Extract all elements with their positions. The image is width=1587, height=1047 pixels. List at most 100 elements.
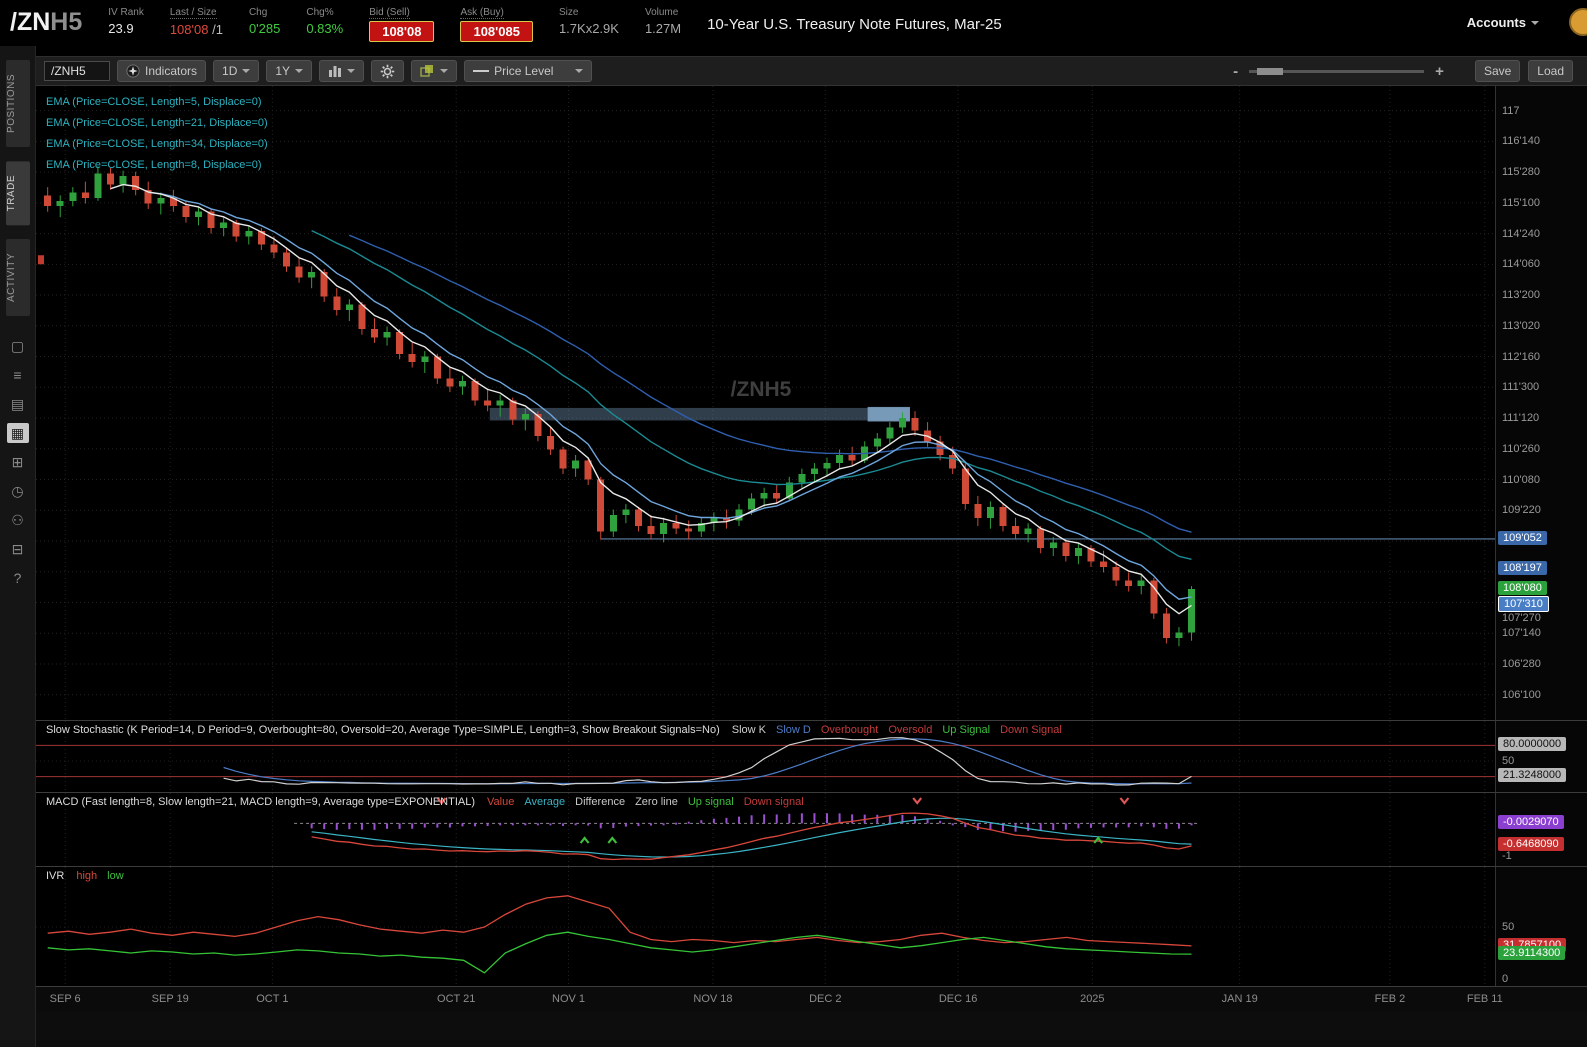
timeframe-dropdown[interactable]: 1D bbox=[213, 60, 260, 82]
zoom-slider-thumb[interactable] bbox=[1257, 67, 1284, 75]
macd-difference-histogram bbox=[310, 813, 1193, 832]
study-title: Slow Stochastic (K Period=14, D Period=9… bbox=[46, 724, 720, 736]
time-tick-label: NOV 18 bbox=[693, 993, 733, 1005]
field-bid[interactable]: Bid (Sell) 108'08 bbox=[369, 7, 435, 42]
axis-label: -1 bbox=[1502, 850, 1512, 863]
legend-item: Oversold bbox=[888, 724, 933, 736]
chevron-down-icon bbox=[295, 69, 304, 73]
chevron-down-icon bbox=[242, 69, 251, 73]
drawing-tools-icon bbox=[420, 65, 434, 77]
field-chg: Chg 0'285 bbox=[249, 7, 280, 36]
ema-study-label[interactable]: EMA (Price=CLOSE, Length=8, Displace=0) bbox=[46, 155, 268, 176]
field-label: Bid (Sell) bbox=[369, 7, 410, 19]
field-ask[interactable]: Ask (Buy) 108'085 bbox=[460, 7, 533, 42]
people-icon[interactable]: ⚇ bbox=[7, 510, 29, 530]
sidebar-tab-trade[interactable]: TRADE bbox=[5, 160, 30, 226]
time-tick-label: SEP 6 bbox=[49, 993, 81, 1005]
save-load-group: Save Load bbox=[1474, 60, 1573, 82]
legend-item: Up Signal bbox=[942, 724, 991, 736]
ema-line-8 bbox=[148, 191, 1192, 600]
drawing-tools-dropdown[interactable] bbox=[411, 60, 458, 82]
indicators-button[interactable]: Indicators bbox=[117, 60, 207, 82]
ivr-surface[interactable] bbox=[36, 867, 1495, 986]
chevron-down-icon bbox=[347, 69, 356, 73]
accounts-label: Accounts bbox=[1466, 15, 1526, 30]
range-dropdown[interactable]: 1Y bbox=[266, 60, 313, 82]
axis-label: 107'140 bbox=[1502, 627, 1541, 640]
accounts-dropdown[interactable]: Accounts bbox=[1467, 15, 1539, 30]
load-button[interactable]: Load bbox=[1528, 60, 1573, 82]
stochastic-study-label[interactable]: Slow Stochastic (K Period=14, D Period=9… bbox=[46, 724, 1072, 736]
stochastic-panel[interactable]: Slow Stochastic (K Period=14, D Period=9… bbox=[36, 720, 1587, 792]
field-value: 0.83% bbox=[306, 21, 344, 36]
bottom-strip bbox=[36, 1012, 1587, 1047]
symbol-title[interactable]: /ZNH5 bbox=[10, 8, 82, 37]
field-size: Size 1.7Kx2.9K bbox=[559, 7, 619, 36]
chevron-down-icon bbox=[440, 69, 449, 73]
orders-list-icon[interactable]: ≡ bbox=[7, 365, 29, 385]
ema-study-label[interactable]: EMA (Price=CLOSE, Length=21, Displace=0) bbox=[46, 113, 268, 134]
price-chart-surface[interactable] bbox=[36, 86, 1495, 720]
ema-study-label[interactable]: EMA (Price=CLOSE, Length=5, Displace=0) bbox=[46, 92, 268, 113]
legend-item: Down Signal bbox=[1000, 724, 1062, 736]
axis-label: 50 bbox=[1502, 921, 1515, 933]
field-volume: Volume 1.27M bbox=[645, 7, 681, 36]
clock-icon[interactable]: ◷ bbox=[7, 481, 29, 501]
symbol-input[interactable] bbox=[44, 61, 110, 81]
left-sidebar: POSITIONS TRADE ACTIVITY ▢ ≡ ▤ ▦ ⊞ ◷ ⚇ ⊟? bbox=[0, 46, 36, 1047]
ema-study-label[interactable]: EMA (Price=CLOSE, Length=34, Displace=0) bbox=[46, 134, 268, 155]
monitor-icon[interactable]: ▢ bbox=[7, 336, 29, 356]
axis-label: 106'100 bbox=[1502, 688, 1541, 701]
ask-price-button[interactable]: 108'085 bbox=[460, 21, 533, 42]
price-chart-panel[interactable]: EMA (Price=CLOSE, Length=5, Displace=0) … bbox=[36, 86, 1587, 720]
field-label: Ask (Buy) bbox=[460, 7, 504, 19]
time-tick-label: DEC 16 bbox=[938, 993, 978, 1005]
zoom-out-button[interactable]: - bbox=[1233, 63, 1238, 80]
field-last-size[interactable]: Last / Size 108'08 /1 bbox=[169, 7, 223, 37]
zoom-in-button[interactable]: + bbox=[1435, 63, 1444, 80]
trading-platform-window: /ZNH5 IV Rank 23.9 Last / Size 108'08 /1… bbox=[0, 0, 1587, 1047]
axis-label: 107'270 bbox=[1502, 611, 1541, 624]
axis-label: 115'100 bbox=[1502, 196, 1540, 209]
legend-item: Zero line bbox=[635, 796, 678, 808]
ivr-axis: 50 31.7857100 23.9114300 0 bbox=[1495, 867, 1587, 986]
macd-panel[interactable]: MACD (Fast length=8, Slow length=21, MAC… bbox=[36, 792, 1587, 866]
down-signal-arrow bbox=[912, 797, 923, 805]
field-value: 1.7Kx2.9K bbox=[558, 21, 619, 36]
chart-icon[interactable]: ▦ bbox=[6, 423, 29, 444]
zoom-slider[interactable] bbox=[1249, 67, 1425, 75]
price-axis[interactable]: 117 116'140 115'280 115'100 114'240 114'060 11… bbox=[1495, 86, 1587, 720]
up-signal-arrow bbox=[607, 836, 618, 844]
chart-type-dropdown[interactable] bbox=[319, 60, 365, 82]
axis-label: 0 bbox=[1502, 973, 1509, 985]
macd-study-label[interactable]: MACD (Fast length=8, Slow length=21, MAC… bbox=[46, 796, 814, 808]
time-axis[interactable]: SEP 6 SEP 19 OCT 1 OCT 21 NOV 1 NOV 18 DEC 2 DE… bbox=[36, 986, 1587, 1012]
sidebar-tab-activity[interactable]: ACTIVITY bbox=[5, 239, 30, 317]
bid-price-button[interactable]: 108'08 bbox=[369, 21, 435, 42]
axis-label: 114'060 bbox=[1502, 258, 1540, 271]
legend-item: Difference bbox=[575, 796, 626, 808]
sidebar-icon-rail: ▢ ≡ ▤ ▦ ⊞ ◷ ⚇ ⊟? bbox=[6, 336, 29, 588]
help-icon[interactable]: ? bbox=[7, 568, 29, 588]
time-tick-label: DEC 2 bbox=[809, 993, 842, 1005]
archive-icon[interactable]: ⊟ bbox=[7, 539, 29, 559]
time-tick-label: OCT 1 bbox=[256, 993, 289, 1005]
field-label: Last / Size bbox=[169, 7, 217, 19]
ivr-study-label[interactable]: IVR high low bbox=[46, 870, 134, 882]
chart-settings-button[interactable] bbox=[371, 60, 405, 82]
support-badge-icon[interactable] bbox=[1569, 8, 1587, 36]
sidebar-tab-positions[interactable]: POSITIONS bbox=[5, 60, 30, 147]
calendar-icon[interactable]: ▤ bbox=[7, 394, 29, 414]
save-button[interactable]: Save bbox=[1474, 60, 1521, 82]
range-value: 1Y bbox=[275, 64, 291, 78]
active-drawing-dropdown[interactable]: Price Level bbox=[464, 60, 593, 82]
indicators-flask-icon bbox=[126, 64, 140, 78]
axis-label: 112'160 bbox=[1502, 350, 1540, 363]
axis-price-bubble: 108'080 bbox=[1498, 580, 1547, 595]
ivr-panel[interactable]: IVR high low 50 31.7857100 23.9114300 0 bbox=[36, 866, 1587, 986]
axis-label: 115'280 bbox=[1502, 166, 1540, 179]
axis-label: 116'140 bbox=[1502, 135, 1540, 148]
ivr-low-line bbox=[47, 931, 1192, 974]
grid-icon[interactable]: ⊞ bbox=[7, 452, 29, 472]
axis-label: 110'260 bbox=[1502, 442, 1540, 455]
